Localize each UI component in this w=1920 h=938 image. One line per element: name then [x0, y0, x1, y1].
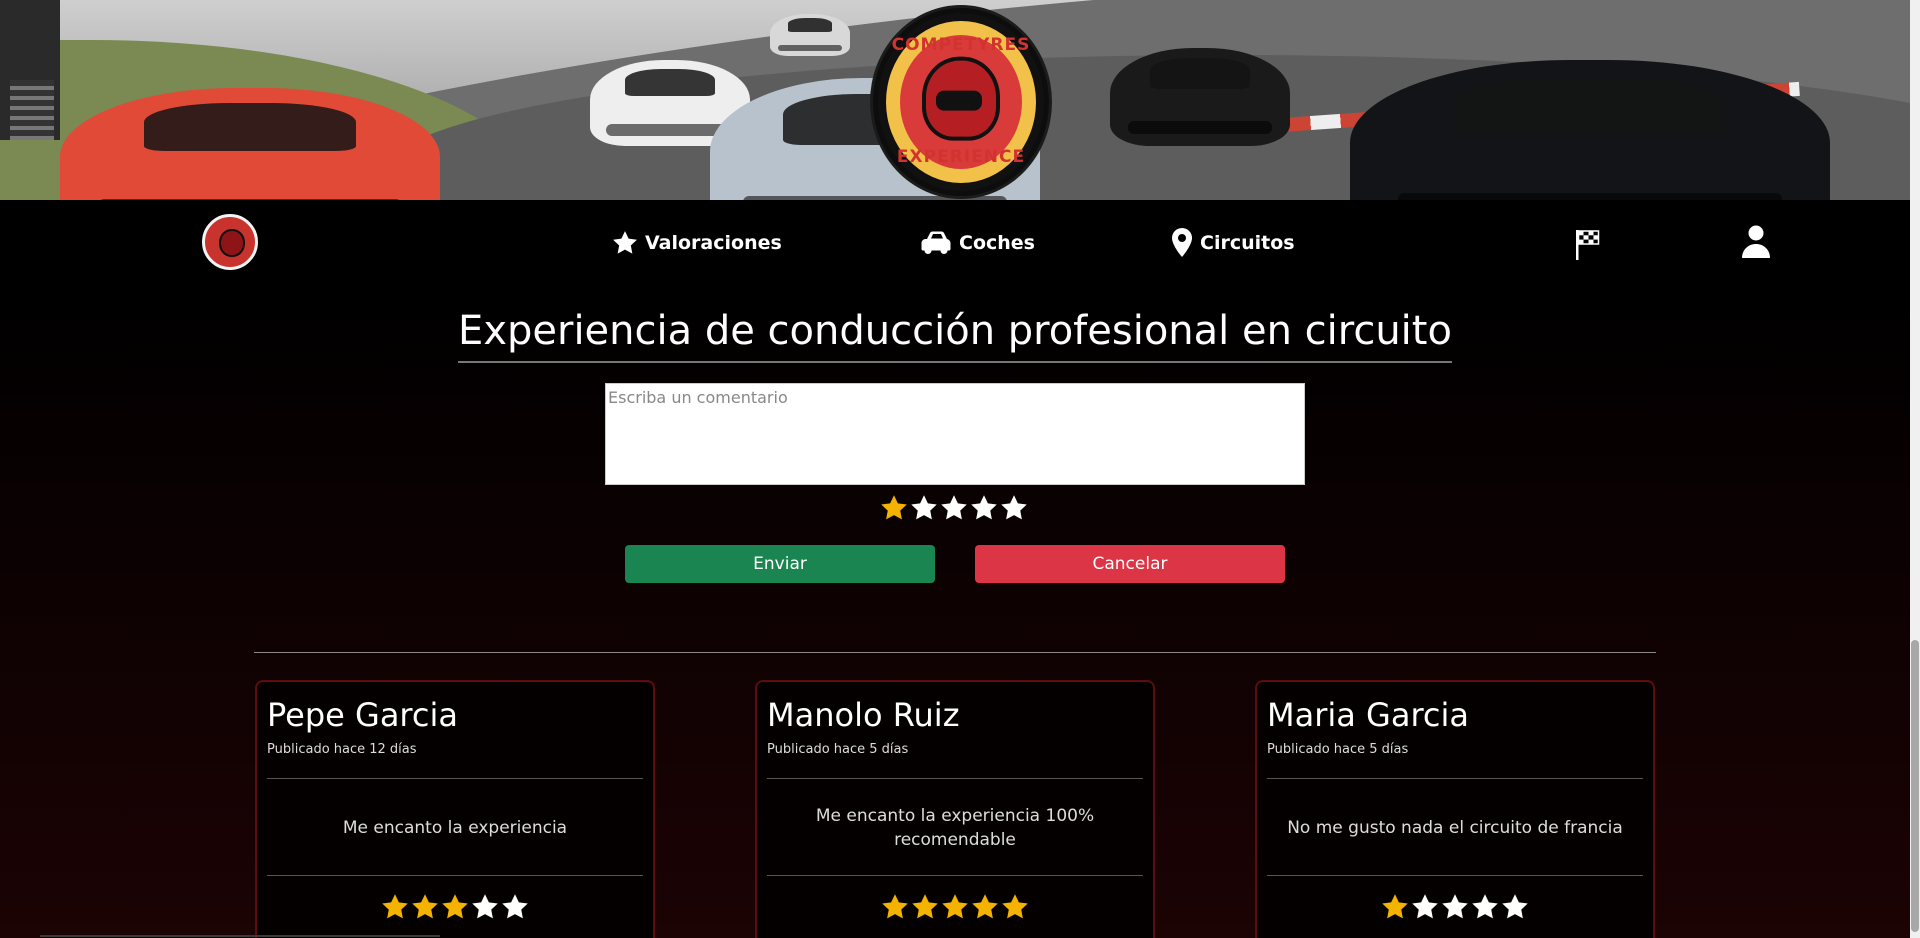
- review-comment: Me encanto la experiencia 100% recomenda…: [815, 806, 1095, 850]
- helmet-icon: [219, 229, 245, 257]
- page-title: Experiencia de conducción profesional en…: [458, 303, 1452, 363]
- review-author: Maria Garcia: [1267, 696, 1469, 734]
- review-rating: [757, 892, 1153, 922]
- star-icon: [472, 894, 498, 919]
- star-icon: [1412, 894, 1438, 919]
- nav-item-label: Valoraciones: [645, 231, 782, 254]
- star-icon: [882, 894, 908, 919]
- star-icon: [613, 230, 637, 254]
- review-comment: Me encanto la experiencia: [342, 818, 568, 838]
- user-icon[interactable]: [1741, 224, 1771, 264]
- nav-item-valoraciones[interactable]: Valoraciones: [611, 200, 782, 285]
- star-icon: [972, 894, 998, 919]
- star-icon[interactable]: [879, 493, 909, 523]
- review-rating: [1257, 892, 1653, 922]
- star-icon: [1442, 894, 1468, 919]
- cancel-button[interactable]: Cancelar: [975, 545, 1285, 583]
- send-button[interactable]: Enviar: [625, 545, 935, 583]
- star-icon: [1502, 894, 1528, 919]
- nav-item-coches[interactable]: Coches: [921, 200, 1035, 285]
- star-icon: [502, 894, 528, 919]
- card-divider: [1267, 778, 1643, 779]
- card-divider: [267, 875, 643, 876]
- card-divider: [267, 778, 643, 779]
- star-icon[interactable]: [969, 493, 999, 523]
- star-icon: [1382, 894, 1408, 919]
- star-icon: [382, 894, 408, 919]
- review-card: Pepe Garcia Publicado hace 12 días Me en…: [255, 680, 655, 938]
- review-date: Publicado hace 5 días: [1267, 742, 1409, 757]
- review-date: Publicado hace 12 días: [267, 742, 417, 757]
- checkered-flag-icon[interactable]: [1573, 224, 1601, 266]
- card-divider: [767, 875, 1143, 876]
- review-date: Publicado hace 5 días: [767, 742, 909, 757]
- navbar: Valoraciones Coches Circuitos: [0, 200, 1910, 285]
- car-image: [770, 14, 850, 56]
- hero-banner: COMPETYRES EXPERIENCE: [0, 0, 1910, 200]
- bottom-divider: [40, 935, 440, 937]
- badge-top-text: COMPETYRES: [891, 35, 1031, 55]
- review-card: Maria Garcia Publicado hace 5 días No me…: [1255, 680, 1655, 938]
- review-author: Manolo Ruiz: [767, 696, 960, 734]
- star-icon: [942, 894, 968, 919]
- star-icon[interactable]: [939, 493, 969, 523]
- star-icon[interactable]: [909, 493, 939, 523]
- location-pin-icon: [1172, 227, 1192, 257]
- review-author: Pepe Garcia: [267, 696, 458, 734]
- star-icon[interactable]: [999, 493, 1029, 523]
- review-comment: No me gusto nada el circuito de francia: [1287, 818, 1623, 838]
- comment-textarea[interactable]: [605, 383, 1305, 485]
- scrollbar[interactable]: [1910, 0, 1920, 938]
- badge-bottom-text: EXPERIENCE: [896, 147, 1026, 167]
- helmet-icon: [922, 56, 1000, 141]
- hero-logo-badge: COMPETYRES EXPERIENCE: [873, 8, 1049, 196]
- car-image: [1110, 48, 1290, 146]
- card-divider: [1267, 875, 1643, 876]
- star-icon: [1472, 894, 1498, 919]
- scrollbar-thumb[interactable]: [1911, 640, 1919, 932]
- star-icon: [412, 894, 438, 919]
- car-image: [1350, 60, 1830, 200]
- star-icon: [912, 894, 938, 919]
- section-divider: [254, 652, 1656, 653]
- nav-logo[interactable]: [202, 214, 258, 270]
- hero-tower: [0, 0, 60, 140]
- nav-item-label: Circuitos: [1200, 231, 1295, 254]
- rating-input[interactable]: [879, 493, 1029, 523]
- review-card: Manolo Ruiz Publicado hace 5 días Me enc…: [755, 680, 1155, 938]
- car-icon: [921, 231, 951, 254]
- card-divider: [767, 778, 1143, 779]
- star-icon: [442, 894, 468, 919]
- review-rating: [257, 892, 653, 922]
- nav-item-label: Coches: [959, 231, 1035, 254]
- star-icon: [1002, 894, 1028, 919]
- nav-item-circuitos[interactable]: Circuitos: [1170, 200, 1295, 285]
